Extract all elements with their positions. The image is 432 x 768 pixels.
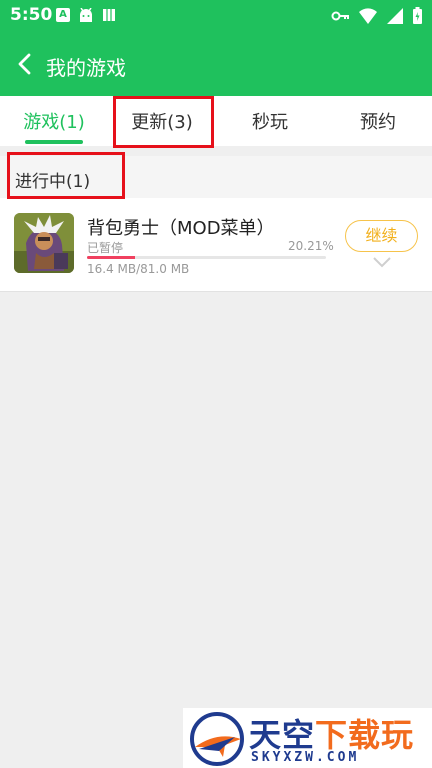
active-tab-indicator [25,140,83,144]
watermark-text-part2: 下载玩 [315,716,415,754]
game-icon [14,213,74,273]
app-bar: 我的游戏 [0,32,432,96]
chevron-down-icon[interactable] [372,256,392,268]
status-bar: 5:50 A [0,0,432,32]
a-icon: A [56,8,70,22]
download-size: 16.4 MB/81.0 MB [87,262,190,276]
watermark-english: SKYXZW.COM [251,750,360,765]
book-icon [103,9,115,21]
game-name: 背包勇士（MOD菜单） [87,218,275,239]
download-progress-bar [87,256,326,259]
highlight-box-section-header [7,152,125,199]
download-percent: 20.21% [288,239,334,253]
tab-games[interactable]: 游戏(1) [0,108,108,134]
tab-bar: 游戏(1) 更新(3) 秒玩 预约 [0,96,432,146]
android-icon [80,8,92,22]
wifi-icon [359,7,377,24]
download-progress-fill [87,256,136,259]
highlight-box-updates-tab [113,96,214,148]
site-watermark: 天空下载玩 SKYXZW.COM [183,708,432,768]
signal-icon [387,7,403,24]
status-left-icons: A [56,8,116,22]
tab-reservations[interactable]: 预约 [324,108,432,134]
key-icon [331,11,349,20]
download-status: 已暂停 [87,241,124,255]
status-right-icons [331,7,422,24]
back-arrow-icon[interactable] [14,52,38,76]
watermark-text-part1: 天空 [249,716,316,754]
skyxzw-logo-icon [190,712,244,766]
page-title: 我的游戏 [46,56,126,80]
download-list-item[interactable]: 背包勇士（MOD菜单） 已暂停 20.21% 16.4 MB/81.0 MB 继… [0,198,432,292]
battery-icon [413,7,422,24]
continue-button[interactable]: 继续 [345,220,418,252]
status-time: 5:50 [10,5,53,25]
tab-instant-play[interactable]: 秒玩 [216,108,324,134]
